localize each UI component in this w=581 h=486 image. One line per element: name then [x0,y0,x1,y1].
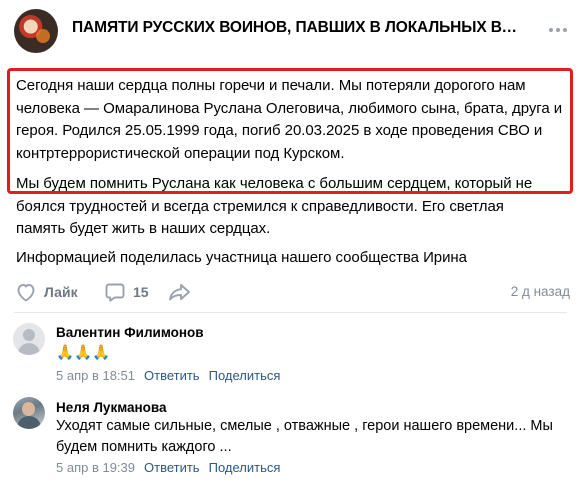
comment-avatar[interactable] [13,397,45,429]
post-paragraph: Мы будем помнить Руслана как человека с … [16,175,533,237]
post-header: ПАМЯТИ РУССКИХ ВОИНОВ, ПАВШИХ В ЛОКАЛЬНЫ… [0,0,581,62]
comment-text: 🙏🙏🙏 [56,345,111,361]
share-arrow-icon [169,284,190,301]
comment-date[interactable]: 5 апр в 19:39 [56,460,135,475]
like-label: Лайк [44,284,78,300]
comment-date[interactable]: 5 апр в 18:51 [56,368,135,383]
group-title[interactable]: ПАМЯТИ РУССКИХ ВОИНОВ, ПАВШИХ В ЛОКАЛЬНЫ… [72,19,520,37]
comment-meta: 5 апр в 18:51 Ответить Поделиться [56,368,289,383]
comment-author[interactable]: Неля Лукманова [56,400,167,415]
comment-button[interactable]: 15 [103,279,149,305]
share-link[interactable]: Поделиться [209,368,281,383]
comment-meta: 5 апр в 19:39 Ответить Поделиться [56,460,289,475]
more-horizontal-icon[interactable] [546,18,570,42]
heart-outline-icon [17,284,35,302]
share-button[interactable] [167,279,193,305]
reply-link[interactable]: Ответить [144,460,200,475]
reply-link[interactable]: Ответить [144,368,200,383]
comment-avatar[interactable] [13,323,45,355]
post-paragraph: Информацией поделилась участница нашего … [16,249,467,266]
post-actions: Лайк 15 2 д назад [0,276,581,308]
post-time[interactable]: 2 д назад [511,284,570,299]
comment-author[interactable]: Валентин Филимонов [56,325,204,340]
like-button[interactable]: Лайк [14,279,78,305]
comment-count: 15 [133,284,149,300]
post-paragraph-highlighted: Сегодня наши сердца полны горечи и печал… [16,77,563,162]
comment-bubble-icon [105,283,125,302]
group-avatar[interactable] [14,9,58,53]
share-link[interactable]: Поделиться [209,460,281,475]
divider [14,312,567,313]
comment-text: Уходят самые сильные, смелые , отважные … [56,418,553,455]
